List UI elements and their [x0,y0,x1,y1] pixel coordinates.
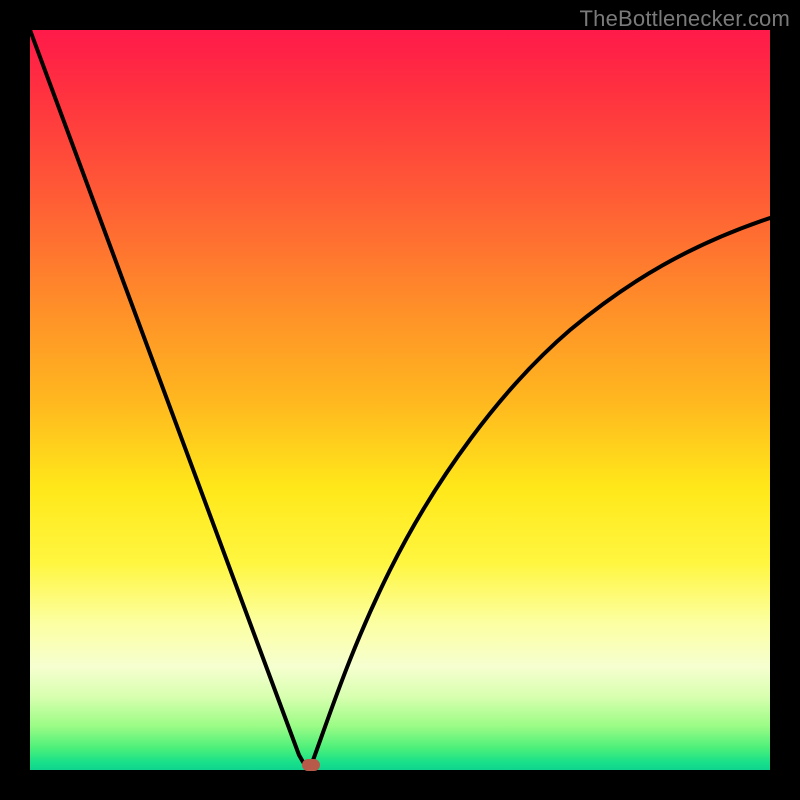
attribution-text: TheBottlenecker.com [580,6,790,32]
bottleneck-curve-left [30,30,312,763]
plot-area [30,30,770,770]
vertex-marker [302,759,320,771]
curve-svg [30,30,770,770]
bottleneck-curve-right [312,218,770,763]
chart-container: TheBottlenecker.com [0,0,800,800]
